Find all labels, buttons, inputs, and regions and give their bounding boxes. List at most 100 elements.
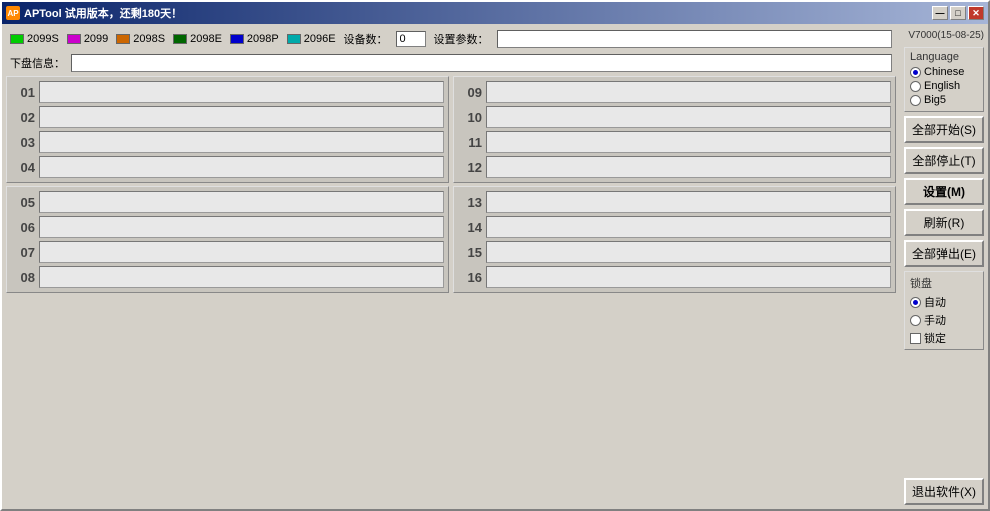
top-bar: 2099S 2099 2098S 2098E 2098P [6, 28, 896, 50]
right-group-1: 09 10 11 12 [453, 76, 896, 183]
lock-checkbox[interactable] [910, 333, 921, 344]
slot-input-12[interactable] [486, 156, 891, 178]
start-all-button[interactable]: 全部开始(S) [904, 116, 984, 143]
info-bar: 下盘信息： [6, 53, 896, 73]
radio-label-chinese: Chinese [924, 66, 964, 78]
slot-input-09[interactable] [486, 81, 891, 103]
radio-manual[interactable]: 手动 [910, 312, 978, 328]
slot-input-13[interactable] [486, 191, 891, 213]
slot-input-06[interactable] [39, 216, 444, 238]
params-label: 设置参数： [434, 31, 489, 47]
slot-input-16[interactable] [486, 266, 891, 288]
slot-number-05: 05 [11, 195, 35, 210]
legend-label-2098p: 2098P [247, 33, 279, 45]
legend-color-2098p [230, 34, 244, 44]
settings-button[interactable]: 设置(M) [904, 178, 984, 205]
language-group: Language Chinese English Big5 [904, 47, 984, 112]
lock-checkbox-item[interactable]: 锁定 [910, 330, 978, 346]
legend-2099: 2099 [67, 33, 108, 45]
info-input[interactable] [71, 54, 892, 72]
slot-input-15[interactable] [486, 241, 891, 263]
slot-input-07[interactable] [39, 241, 444, 263]
right-group-2: 13 14 15 16 [453, 186, 896, 293]
slot-number-16: 16 [458, 270, 482, 285]
slot-input-02[interactable] [39, 106, 444, 128]
slot-input-05[interactable] [39, 191, 444, 213]
legend-color-2096e [287, 34, 301, 44]
legend-2098s: 2098S [116, 33, 165, 45]
slot-row-03: 03 [11, 131, 444, 153]
title-bar: AP APTool 试用版本，还剩180天！ — □ ✕ [2, 2, 988, 24]
eject-all-button[interactable]: 全部弹出(E) [904, 240, 984, 267]
slot-number-10: 10 [458, 110, 482, 125]
slot-row-05: 05 [11, 191, 444, 213]
radio-label-big5: Big5 [924, 94, 946, 106]
main-area: 2099S 2099 2098S 2098E 2098P [2, 24, 900, 509]
radio-circle-auto [910, 297, 921, 308]
minimize-button[interactable]: — [932, 6, 948, 20]
radio-big5[interactable]: Big5 [910, 94, 978, 106]
slot-input-11[interactable] [486, 131, 891, 153]
slot-input-03[interactable] [39, 131, 444, 153]
slot-input-10[interactable] [486, 106, 891, 128]
radio-chinese[interactable]: Chinese [910, 66, 978, 78]
right-panel: V7000(15-08-25) Language Chinese English… [900, 24, 988, 509]
slot-row-13: 13 [458, 191, 891, 213]
legend-color-2098s [116, 34, 130, 44]
radio-auto[interactable]: 自动 [910, 294, 978, 310]
slot-row-06: 06 [11, 216, 444, 238]
slot-row-11: 11 [458, 131, 891, 153]
legend-2096e: 2096E [287, 33, 336, 45]
slot-number-04: 04 [11, 160, 35, 175]
slot-row-16: 16 [458, 266, 891, 288]
slot-number-11: 11 [458, 135, 482, 150]
slot-number-07: 07 [11, 245, 35, 260]
stop-all-button[interactable]: 全部停止(T) [904, 147, 984, 174]
radio-circle-english [910, 81, 921, 92]
slot-number-03: 03 [11, 135, 35, 150]
slot-input-08[interactable] [39, 266, 444, 288]
slot-row-15: 15 [458, 241, 891, 263]
device-count-input[interactable] [396, 31, 426, 47]
params-input[interactable] [497, 30, 892, 48]
radio-circle-manual [910, 315, 921, 326]
language-group-title: Language [910, 51, 978, 63]
legend-color-2099 [67, 34, 81, 44]
exit-button[interactable]: 退出软件(X) [904, 478, 984, 505]
refresh-button[interactable]: 刷新(R) [904, 209, 984, 236]
window-title: APTool 试用版本，还剩180天！ [24, 5, 182, 21]
slot-input-01[interactable] [39, 81, 444, 103]
slot-number-12: 12 [458, 160, 482, 175]
close-button[interactable]: ✕ [968, 6, 984, 20]
legend-color-2098e [173, 34, 187, 44]
slot-row-14: 14 [458, 216, 891, 238]
radio-english[interactable]: English [910, 80, 978, 92]
slot-number-13: 13 [458, 195, 482, 210]
slot-input-04[interactable] [39, 156, 444, 178]
slot-number-02: 02 [11, 110, 35, 125]
legend-label-2099s: 2099S [27, 33, 59, 45]
slot-row-01: 01 [11, 81, 444, 103]
content-area: 2099S 2099 2098S 2098E 2098P [2, 24, 988, 509]
version-text: V7000(15-08-25) [904, 28, 984, 43]
slot-number-09: 09 [458, 85, 482, 100]
slot-input-14[interactable] [486, 216, 891, 238]
left-column: 01 02 03 04 [6, 76, 449, 505]
slot-row-02: 02 [11, 106, 444, 128]
slot-row-10: 10 [458, 106, 891, 128]
slot-row-08: 08 [11, 266, 444, 288]
slot-row-04: 04 [11, 156, 444, 178]
device-count-label: 设备数： [344, 31, 388, 47]
title-bar-left: AP APTool 试用版本，还剩180天！ [6, 5, 182, 21]
left-group-2: 05 06 07 08 [6, 186, 449, 293]
title-buttons: — □ ✕ [932, 6, 984, 20]
slot-row-12: 12 [458, 156, 891, 178]
app-icon: AP [6, 6, 20, 20]
slot-number-01: 01 [11, 85, 35, 100]
maximize-button[interactable]: □ [950, 6, 966, 20]
radio-label-auto: 自动 [924, 294, 946, 310]
right-column: 09 10 11 12 [453, 76, 896, 505]
legend-label-2099: 2099 [84, 33, 108, 45]
legend-label-2096e: 2096E [304, 33, 336, 45]
lock-group-title: 锁盘 [910, 275, 978, 291]
